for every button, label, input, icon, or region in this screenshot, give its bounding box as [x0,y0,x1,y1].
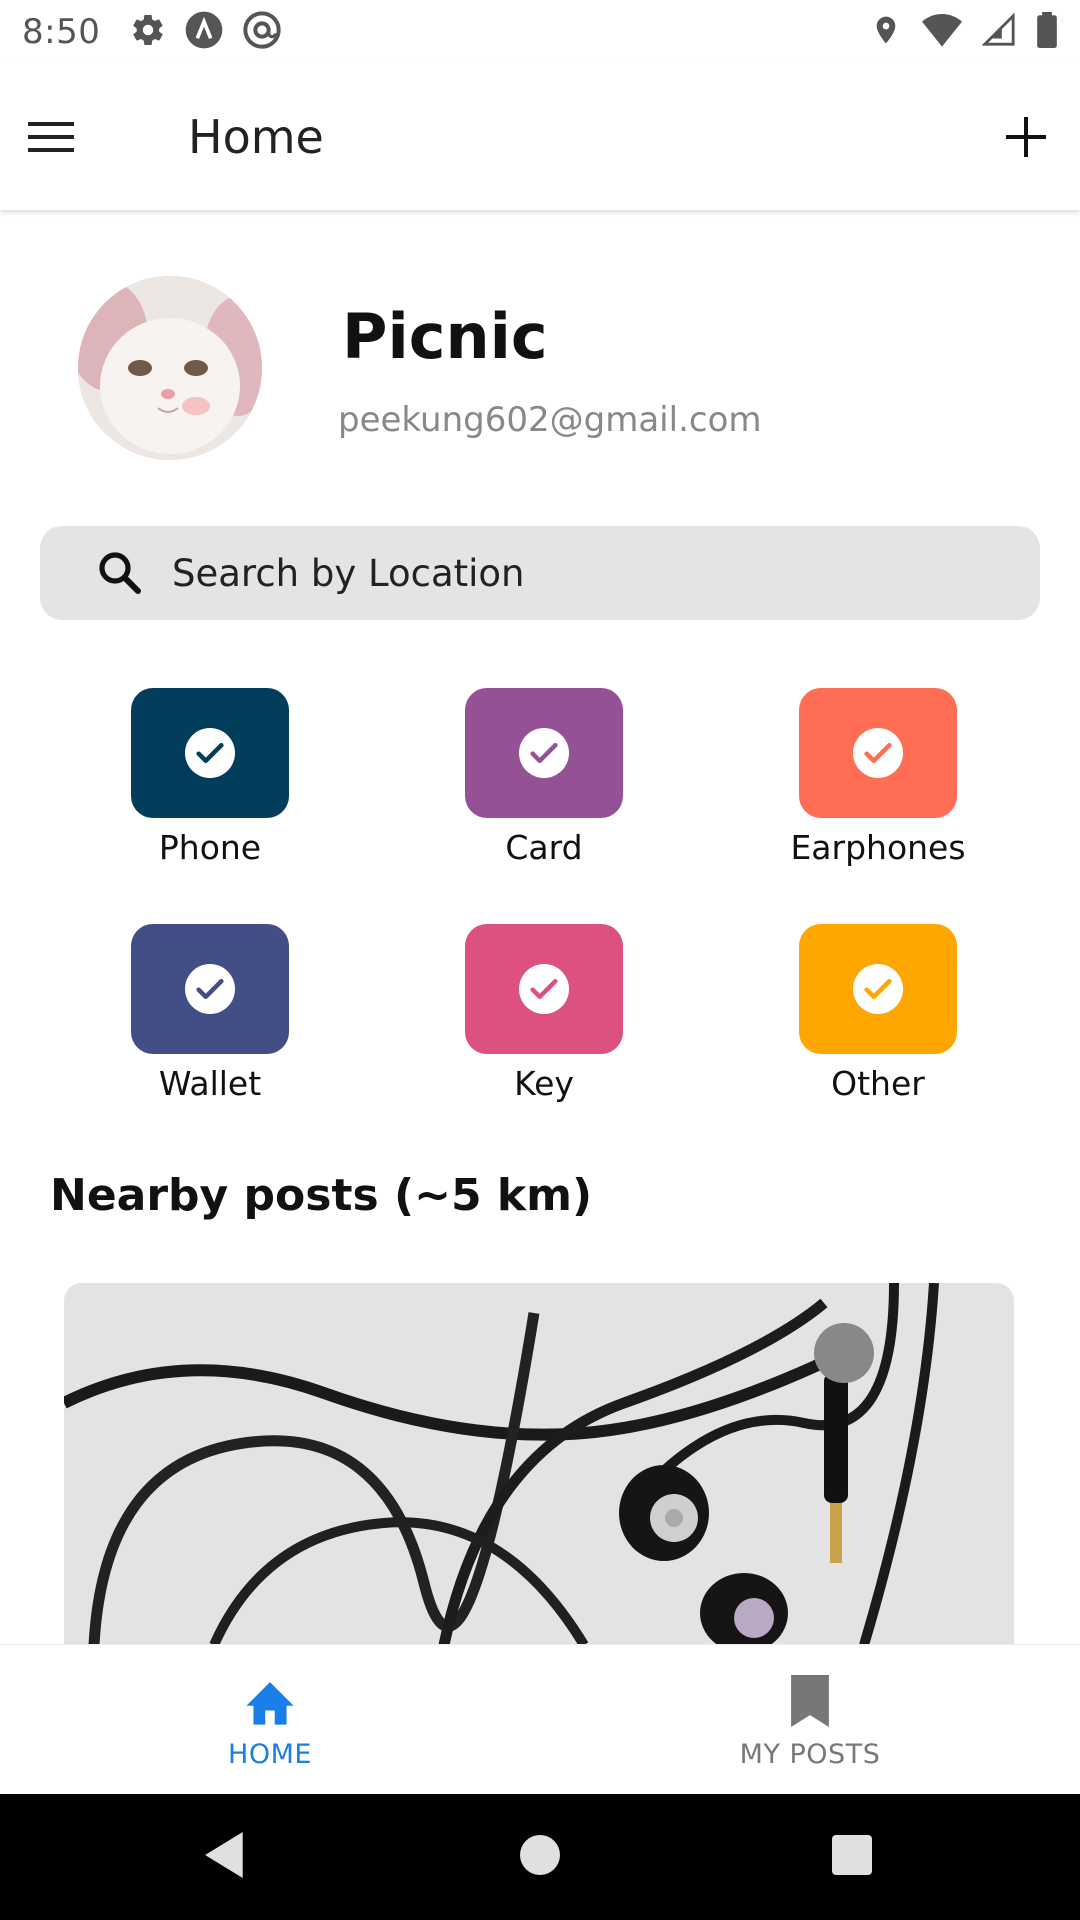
checkmark-icon [519,728,569,778]
category-label: Key [514,1064,574,1103]
battery-icon [1036,12,1058,52]
location-icon [870,12,902,52]
plus-icon [1006,117,1046,157]
status-bar: 8:50 [0,0,1080,64]
category-label: Earphones [790,828,966,867]
bookmark-icon [780,1671,840,1731]
post-image [64,1283,1014,1645]
nav-home-label: HOME [228,1739,312,1770]
search-placeholder: Search by Location [172,551,525,595]
checkmark-icon [853,964,903,1014]
home-circle-icon[interactable] [520,1835,560,1879]
status-time: 8:50 [22,12,101,52]
profile-email: peekung602@gmail.com [338,400,762,440]
category-key[interactable]: Key [434,924,654,1124]
search-icon [99,552,141,594]
category-other[interactable]: Other [768,924,988,1124]
category-tile[interactable] [131,688,289,818]
hamburger-menu-icon [28,122,74,152]
category-phone[interactable]: Phone [100,688,320,888]
back-icon[interactable] [205,1832,247,1882]
a-circle-icon [184,10,224,54]
nav-home[interactable]: HOME [0,1645,540,1795]
system-navigation-bar [0,1794,1080,1920]
nav-my-posts-label: MY POSTS [739,1739,881,1770]
page-title: Home [188,110,324,164]
wifi-icon [922,13,962,51]
category-tile[interactable] [465,924,623,1054]
settings-icon [130,12,166,52]
category-label: Phone [158,828,262,867]
category-wallet[interactable]: Wallet [100,924,320,1124]
category-tile[interactable] [465,688,623,818]
post-card[interactable] [64,1283,1014,1645]
category-label: Wallet [158,1064,262,1103]
category-label: Other [831,1064,925,1103]
screen: 8:50 Home Picnic peekung602@gmail.com Se… [0,0,1080,1920]
signal-icon [981,12,1016,51]
category-tile[interactable] [799,924,957,1054]
recents-square-icon[interactable] [832,1835,872,1879]
cat-avatar-image [78,276,262,460]
checkmark-icon [185,964,235,1014]
checkmark-icon [185,728,235,778]
avatar[interactable] [78,276,262,460]
category-label: Card [505,828,583,867]
nearby-posts-title: Nearby posts (~5 km) [50,1170,593,1221]
category-tile[interactable] [799,688,957,818]
menu-button[interactable] [24,109,80,165]
add-post-button[interactable] [998,109,1054,165]
bottom-navigation: HOME MY POSTS [0,1644,1080,1794]
app-bar: Home [0,64,1080,210]
category-earphones[interactable]: Earphones [768,688,988,888]
category-card[interactable]: Card [434,688,654,888]
at-sign-icon [242,10,282,54]
checkmark-icon [519,964,569,1014]
profile-name: Picnic [342,300,548,373]
checkmark-icon [853,728,903,778]
category-tile[interactable] [131,924,289,1054]
search-input[interactable]: Search by Location [40,526,1040,620]
nav-my-posts[interactable]: MY POSTS [540,1645,1080,1795]
home-icon [240,1671,300,1731]
